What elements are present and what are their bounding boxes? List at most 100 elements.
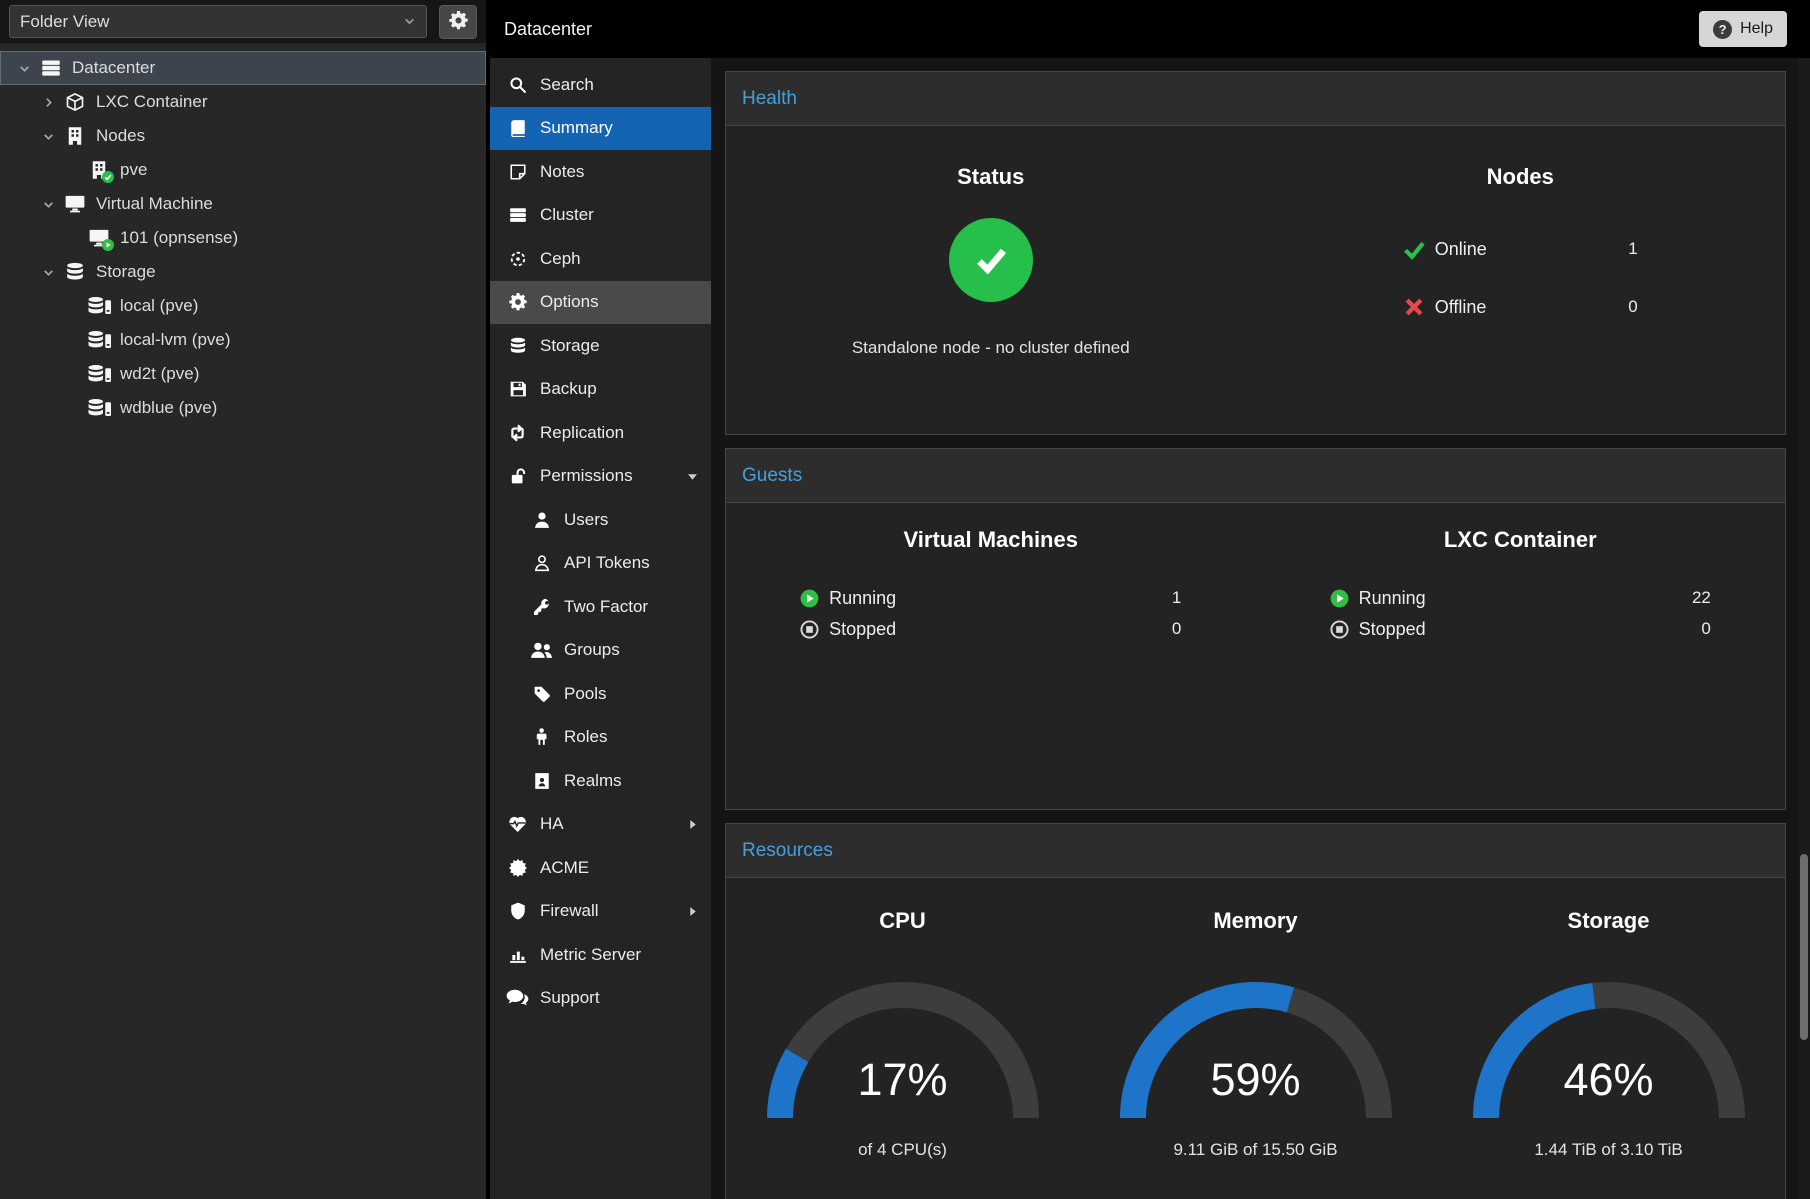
health-panel: Health Status Standalone node - no clust…: [725, 71, 1786, 435]
nodes-heading: Nodes: [1487, 164, 1554, 190]
tree-item-virtual-machine[interactable]: Virtual Machine: [0, 187, 486, 221]
running-value: 22: [1692, 588, 1711, 608]
search-icon: [506, 76, 529, 94]
building-check-icon: [84, 160, 114, 180]
gear-icon: [449, 11, 468, 33]
menu-item-backup[interactable]: Backup: [490, 368, 711, 412]
menu-item-support[interactable]: Support: [490, 977, 711, 1021]
menu-item-groups[interactable]: Groups: [490, 629, 711, 673]
tree-header: Folder View: [0, 0, 486, 43]
status-column: Status Standalone node - no cluster defi…: [726, 164, 1256, 434]
key-icon: [530, 598, 553, 616]
menu-item-label: Pools: [564, 684, 699, 704]
tree-settings-button[interactable]: [439, 5, 477, 39]
heartbeat-icon: [506, 815, 529, 833]
chevron-down-icon: [403, 15, 416, 28]
expand-right-icon: [687, 819, 699, 830]
expand-down-icon: [687, 471, 699, 482]
tree-item-local-lvm-pve[interactable]: local-lvm (pve): [0, 323, 486, 357]
menu-item-storage[interactable]: Storage: [490, 324, 711, 368]
expander-chevron-right-icon[interactable]: [36, 96, 60, 109]
menu-item-acme[interactable]: ACME: [490, 846, 711, 890]
menu-item-api-tokens[interactable]: API Tokens: [490, 542, 711, 586]
tree-item-label: 101 (opnsense): [120, 228, 238, 248]
vm-column: Virtual Machines Running 1: [726, 527, 1256, 809]
cpu-percent: 17%: [753, 1054, 1053, 1106]
view-mode-select[interactable]: Folder View: [9, 5, 427, 38]
menu-item-firewall[interactable]: Firewall: [490, 890, 711, 934]
certificate-icon: [506, 859, 529, 877]
tree-item-label: local (pve): [120, 296, 198, 316]
cpu-gauge: 17%: [753, 968, 1053, 1128]
running-label: Running: [829, 588, 1172, 609]
menu-item-realms[interactable]: Realms: [490, 759, 711, 803]
help-button[interactable]: ? Help: [1699, 11, 1787, 47]
health-panel-header: Health: [726, 72, 1785, 126]
menu-item-two-factor[interactable]: Two Factor: [490, 585, 711, 629]
expander-chevron-down-icon[interactable]: [12, 62, 36, 75]
menu-item-users[interactable]: Users: [490, 498, 711, 542]
tree-item-wd2t-pve[interactable]: wd2t (pve): [0, 357, 486, 391]
menu-item-cluster[interactable]: Cluster: [490, 194, 711, 238]
nodes-offline-row: Offline 0: [1403, 290, 1638, 324]
expander-chevron-down-icon[interactable]: [36, 266, 60, 279]
menu-item-replication[interactable]: Replication: [490, 411, 711, 455]
resource-tree-panel: Folder View Datacenter LXC ContainerNodes…: [0, 0, 490, 1199]
storage-heading: Storage: [1568, 908, 1650, 934]
menu-item-metric-server[interactable]: Metric Server: [490, 933, 711, 977]
tree-item-datacenter[interactable]: Datacenter: [0, 51, 486, 85]
expander-chevron-down-icon[interactable]: [36, 198, 60, 211]
menu-item-label: API Tokens: [564, 553, 699, 573]
menu-item-options[interactable]: Options: [490, 281, 711, 325]
tree-item-label: local-lvm (pve): [120, 330, 231, 350]
menu-item-ha[interactable]: HA: [490, 803, 711, 847]
guests-panel-title: Guests: [742, 465, 802, 487]
lxc-column: LXC Container Running 22: [1256, 527, 1786, 809]
tree-item-pve[interactable]: pve: [0, 153, 486, 187]
lxc-running-row: Running 22: [1330, 585, 1711, 611]
vm-heading: Virtual Machines: [904, 527, 1078, 553]
content-scrollbar[interactable]: [1798, 58, 1810, 1199]
status-ok-icon: [949, 218, 1033, 302]
tree-item-label: Datacenter: [72, 58, 155, 78]
menu-item-label: Replication: [540, 423, 699, 443]
bar-chart-icon: [506, 946, 529, 964]
cpu-column: CPU 17% of 4 CPU(s): [726, 908, 1079, 1199]
scrollbar-thumb[interactable]: [1800, 854, 1808, 1040]
tree-item-101-opnsense[interactable]: 101 (opnsense): [0, 221, 486, 255]
menu-item-label: Permissions: [540, 466, 687, 486]
tree-item-local-pve[interactable]: local (pve): [0, 289, 486, 323]
proxmox-app: Folder View DatacenterLXC ContainerNodes…: [0, 0, 1810, 1199]
memory-column: Memory 59% 9.11 GiB of 15.50 GiB: [1079, 908, 1432, 1199]
status-heading: Status: [957, 164, 1024, 190]
menu-item-label: Roles: [564, 727, 699, 747]
menu-item-roles[interactable]: Roles: [490, 716, 711, 760]
menu-item-permissions[interactable]: Permissions: [490, 455, 711, 499]
menu-item-label: Users: [564, 510, 699, 530]
stopped-value: 0: [1172, 619, 1181, 639]
server-icon: [36, 58, 66, 78]
tree-item-lxc-container[interactable]: LXC Container: [0, 85, 486, 119]
menu-item-search[interactable]: Search: [490, 63, 711, 107]
cube-icon: [60, 92, 90, 112]
tree-item-label: Storage: [96, 262, 156, 282]
menu-item-pools[interactable]: Pools: [490, 672, 711, 716]
vm-running-row: Running 1: [800, 585, 1181, 611]
cross-icon: [1403, 296, 1425, 318]
tree-item-label: wd2t (pve): [120, 364, 199, 384]
page-title: Datacenter: [504, 19, 592, 40]
online-label: Online: [1435, 239, 1629, 260]
tag-icon: [530, 685, 553, 703]
menu-item-label: Realms: [564, 771, 699, 791]
tree-item-wdblue-pve[interactable]: wdblue (pve): [0, 391, 486, 425]
expander-chevron-down-icon[interactable]: [36, 130, 60, 143]
menu-item-summary[interactable]: Summary: [490, 107, 711, 151]
unlock-icon: [506, 467, 529, 485]
tree-item-nodes[interactable]: Nodes: [0, 119, 486, 153]
menu-item-ceph[interactable]: Ceph: [490, 237, 711, 281]
below-topbar: SearchSummaryNotesClusterCephOptionsStor…: [490, 58, 1810, 1199]
menu-item-notes[interactable]: Notes: [490, 150, 711, 194]
tree-item-storage[interactable]: Storage: [0, 255, 486, 289]
guests-panel: Guests Virtual Machines Running: [725, 448, 1786, 810]
menu-item-label: Backup: [540, 379, 699, 399]
